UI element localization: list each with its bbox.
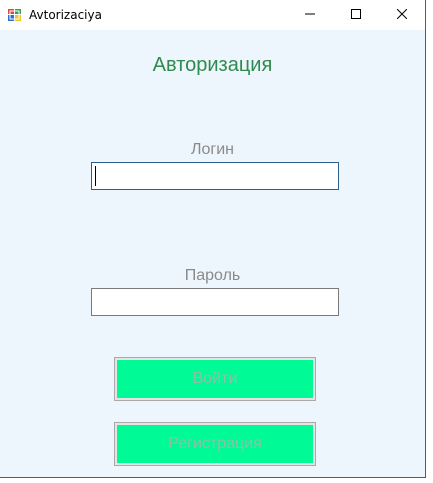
maximize-icon xyxy=(351,6,361,24)
close-icon xyxy=(396,6,408,24)
app-icon xyxy=(8,8,21,21)
login-button[interactable]: Войти xyxy=(114,357,316,401)
login-window: Avtorizaciya Авторизация Логин Пароль Во… xyxy=(0,0,426,478)
close-button[interactable] xyxy=(379,0,425,30)
text-caret xyxy=(95,166,96,186)
login-input[interactable] xyxy=(91,162,339,190)
password-input[interactable] xyxy=(91,288,339,316)
maximize-button[interactable] xyxy=(333,0,379,30)
minimize-icon xyxy=(305,6,315,24)
register-button[interactable]: Регистрация xyxy=(114,422,316,466)
password-label: Пароль xyxy=(184,267,241,284)
page-title: Авторизация xyxy=(152,54,273,76)
minimize-button[interactable] xyxy=(287,0,333,30)
window-title: Avtorizaciya xyxy=(29,8,102,22)
form-body: Авторизация Логин Пароль Войти Регистрац… xyxy=(0,30,425,477)
login-label: Логин xyxy=(190,141,234,158)
title-bar[interactable]: Avtorizaciya xyxy=(0,0,425,30)
